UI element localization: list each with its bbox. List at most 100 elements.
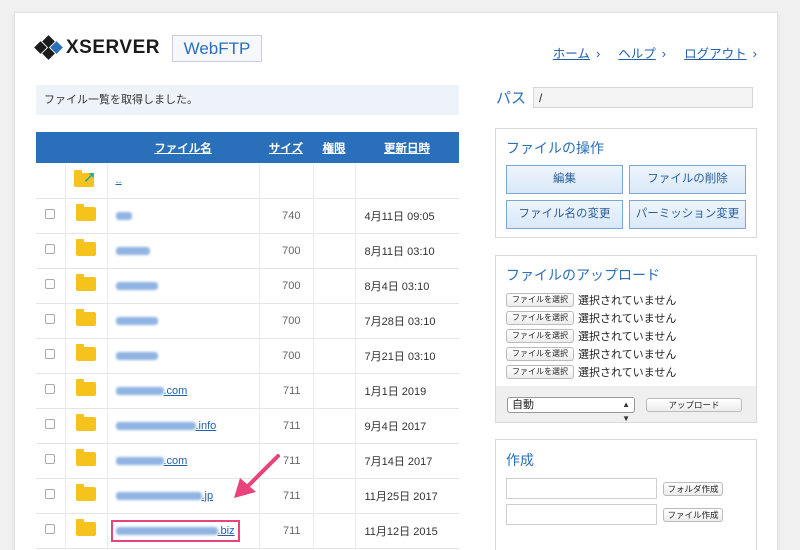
file-operations-title: ファイルの操作	[506, 140, 604, 156]
nav-logout[interactable]: ログアウト ›	[684, 43, 757, 62]
chevron-right-icon: ›	[752, 46, 757, 61]
sort-by-permission[interactable]: 権限	[313, 132, 355, 163]
file-name-suffix: .biz	[217, 524, 235, 537]
path-label: パス	[496, 90, 527, 107]
nav-help[interactable]: ヘルプ ›	[618, 43, 666, 62]
parent-folder-icon[interactable]: ➚	[74, 169, 98, 187]
upload-row: ファイルを選択 選択されていません	[506, 292, 676, 308]
upload-button[interactable]: アップロード	[646, 398, 742, 412]
status-message: ファイル一覧を取得しました。	[36, 85, 459, 115]
nav-logout-link[interactable]: ログアウト	[684, 47, 747, 61]
chevron-right-icon: ›	[595, 46, 601, 61]
choose-file-button[interactable]: ファイルを選択	[506, 293, 574, 307]
change-permission-button[interactable]: パーミッション変更	[629, 200, 746, 229]
file-table-header: ファイル名 サイズ 権限 更新日時	[36, 132, 459, 163]
no-file-selected: 選択されていません	[578, 367, 677, 379]
file-name-link[interactable]: .jp	[115, 489, 214, 502]
nav-home[interactable]: ホーム ›	[553, 43, 600, 62]
updated-date: 1月1日 2019	[364, 385, 427, 398]
create-folder-button[interactable]: フォルダ作成	[663, 482, 723, 496]
no-file-selected: 選択されていません	[578, 349, 677, 361]
row-checkbox[interactable]	[45, 349, 56, 359]
choose-file-button[interactable]: ファイルを選択	[506, 311, 574, 325]
top-navigation: ホーム › ヘルプ › ログアウト ›	[553, 43, 757, 62]
table-row: 740 4月11日 09:05	[36, 198, 459, 233]
rename-button[interactable]: ファイル名の変更	[506, 200, 623, 229]
annotation-arrow-icon	[234, 454, 280, 498]
delete-file-button[interactable]: ファイルの削除	[629, 165, 746, 194]
choose-file-button[interactable]: ファイルを選択	[506, 347, 574, 361]
row-checkbox[interactable]	[45, 384, 56, 394]
updated-date: 8月4日 03:10	[364, 280, 430, 293]
file-name-link[interactable]	[115, 350, 158, 362]
path-input[interactable]	[533, 87, 753, 108]
xserver-mark-icon	[34, 35, 63, 60]
parent-dir-row: ➚ ..	[36, 163, 459, 198]
nav-home-link[interactable]: ホーム	[553, 47, 590, 61]
create-file-button[interactable]: ファイル作成	[663, 508, 723, 522]
row-checkbox[interactable]	[45, 489, 56, 499]
row-checkbox[interactable]	[45, 454, 56, 464]
permission-value: 711	[259, 513, 314, 548]
row-checkbox[interactable]	[45, 279, 56, 289]
table-row: 700 8月11日 03:10	[36, 233, 459, 268]
choose-file-button[interactable]: ファイルを選択	[506, 365, 574, 379]
updated-date: 4月11日 09:05	[364, 210, 435, 223]
no-file-selected: 選択されていません	[578, 313, 677, 325]
sort-by-size[interactable]: サイズ	[259, 132, 313, 163]
parent-dir-link[interactable]: ..	[116, 174, 122, 186]
row-checkbox[interactable]	[45, 419, 56, 429]
upload-row: ファイルを選択 選択されていません	[506, 346, 676, 362]
file-name-suffix: .jp	[201, 489, 214, 502]
table-row: .biz 711 11月12日 2015	[36, 513, 459, 548]
folder-icon	[76, 344, 96, 361]
permission-value: 700	[259, 268, 314, 303]
upload-footer: 自動 ▲ ▼ アップロード	[496, 386, 756, 423]
upload-row: ファイルを選択 選択されていません	[506, 364, 676, 380]
table-row: 700 7月21日 03:10	[36, 338, 459, 373]
file-upload-panel: ファイルのアップロード ファイルを選択 選択されていません ファイルを選択 選択…	[495, 255, 757, 423]
row-checkbox[interactable]	[45, 244, 56, 254]
create-panel: 作成 フォルダ作成 ファイル作成	[495, 439, 757, 550]
permission-value: 740	[259, 198, 314, 233]
row-checkbox[interactable]	[45, 524, 56, 534]
header-icon-col	[65, 132, 107, 163]
file-name-link[interactable]	[115, 315, 158, 327]
folder-icon	[76, 484, 96, 501]
edit-button[interactable]: 編集	[506, 165, 623, 194]
file-name-link[interactable]: .com	[115, 454, 188, 467]
updated-date: 7月14日 2017	[364, 455, 433, 468]
file-name-link[interactable]: .com	[115, 385, 187, 397]
row-checkbox[interactable]	[45, 314, 56, 324]
choose-file-button[interactable]: ファイルを選択	[506, 329, 574, 343]
row-checkbox[interactable]	[45, 209, 56, 219]
file-name-link[interactable]: .info	[115, 419, 217, 432]
file-name-link[interactable]	[115, 210, 132, 222]
xserver-logo[interactable]: XSERVER	[34, 35, 160, 60]
folder-name-input[interactable]	[506, 478, 657, 499]
no-file-selected: 選択されていません	[578, 331, 677, 343]
transfer-mode-select[interactable]: 自動 ▲ ▼	[507, 397, 635, 423]
file-name-suffix: .com	[163, 454, 188, 467]
file-name-link-highlighted[interactable]: .biz	[110, 519, 240, 542]
updated-date: 8月11日 03:10	[364, 245, 435, 258]
permission-value: 700	[259, 233, 314, 268]
folder-icon	[76, 449, 96, 466]
permission-value: 711	[259, 408, 314, 443]
file-name-suffix: .info	[195, 419, 217, 432]
file-name-link[interactable]	[115, 280, 158, 292]
folder-icon	[76, 519, 96, 536]
file-name-link[interactable]	[115, 245, 150, 257]
logo-text: XSERVER	[66, 37, 160, 58]
header-checkbox-col	[36, 132, 65, 163]
updated-date: 9月4日 2017	[364, 420, 427, 433]
sort-by-updated[interactable]: 更新日時	[355, 132, 459, 163]
updated-date: 7月28日 03:10	[364, 315, 436, 328]
transfer-mode-value: 自動	[512, 399, 534, 411]
sort-by-name[interactable]: ファイル名	[107, 132, 259, 163]
nav-help-link[interactable]: ヘルプ	[618, 47, 656, 61]
folder-icon	[76, 204, 96, 221]
file-name-input[interactable]	[506, 504, 657, 525]
chevron-right-icon: ›	[661, 46, 667, 61]
table-row: 700 7月28日 03:10	[36, 303, 459, 338]
